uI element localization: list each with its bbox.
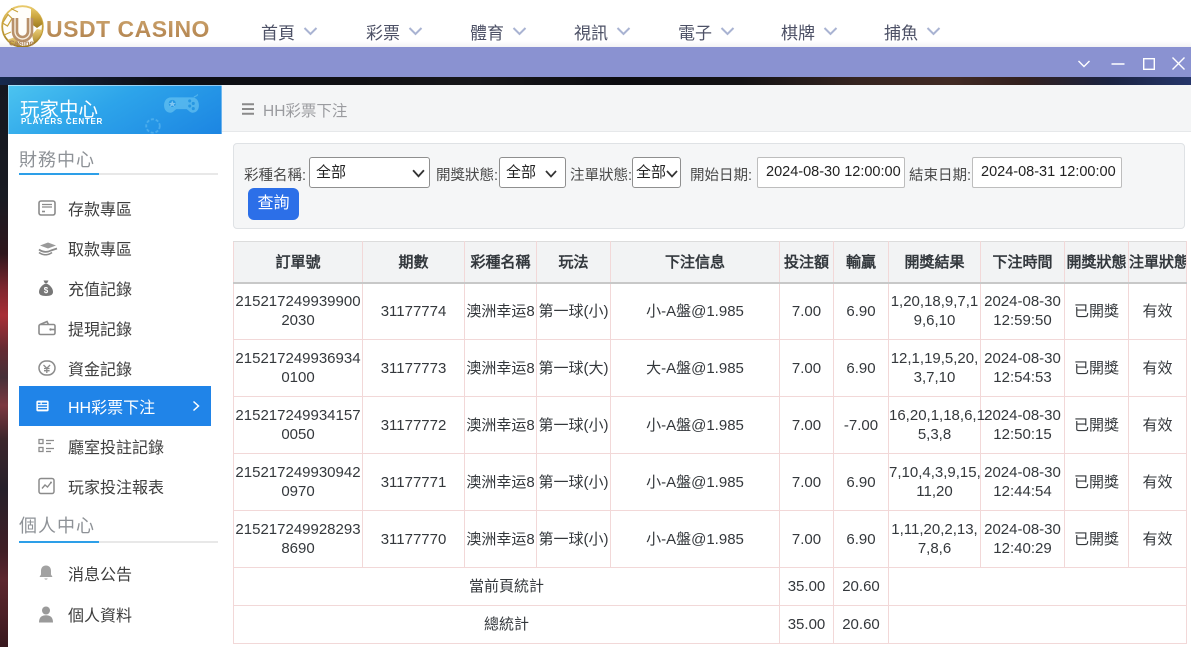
- svg-text:$: $: [44, 286, 49, 295]
